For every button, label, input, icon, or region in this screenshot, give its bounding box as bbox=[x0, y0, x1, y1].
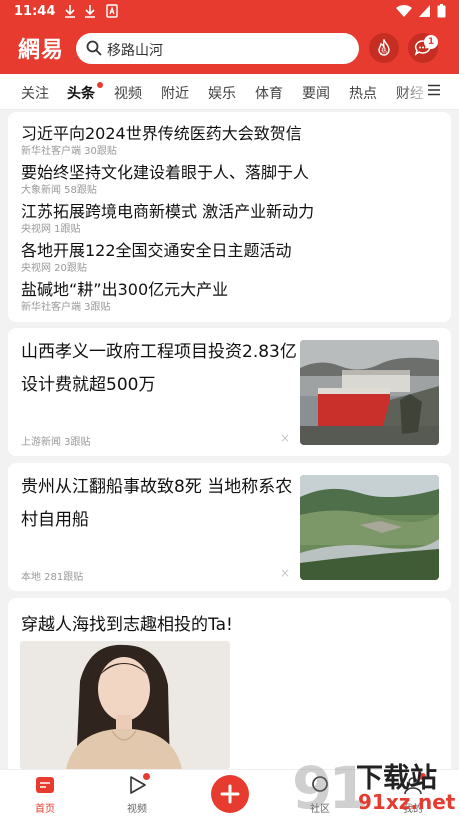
watermark-url: 91xz.net bbox=[358, 790, 456, 814]
headlines-card: 习近平向2024世界传统医药大会致贺信 新华社客户端 30跟贴 要始终坚持文化建… bbox=[8, 112, 451, 322]
dismiss-button[interactable]: × bbox=[280, 431, 290, 445]
tab-follow[interactable]: 关注 bbox=[21, 83, 49, 103]
woman-portrait-photo bbox=[20, 641, 230, 769]
tab-hot[interactable]: 热点 bbox=[349, 83, 377, 103]
promo-title: 穿越人海找到志趣相投的Ta! bbox=[21, 615, 233, 635]
headline-meta: 大象新闻 58跟贴 bbox=[21, 185, 97, 196]
download-icon bbox=[85, 5, 95, 18]
promo-image bbox=[20, 641, 230, 769]
news-thumbnail bbox=[300, 475, 439, 580]
message-count-badge: 1 bbox=[424, 35, 438, 49]
headline-meta: 央视网 1跟贴 bbox=[21, 224, 81, 235]
app-header: 11:44 網易 移路山河 热 1 bbox=[0, 0, 459, 74]
status-bar: 11:44 bbox=[0, 0, 459, 24]
publish-button[interactable] bbox=[211, 775, 249, 813]
headline-meta: 新华社客户端 3跟贴 bbox=[21, 302, 111, 313]
tab-video[interactable]: 视频 bbox=[114, 83, 142, 103]
download-icon bbox=[65, 5, 75, 18]
headline-title[interactable]: 要始终坚持文化建设着眼于人、落脚于人 bbox=[21, 159, 309, 183]
river-village-photo bbox=[300, 475, 439, 580]
promo-card[interactable]: 穿越人海找到志趣相投的Ta! bbox=[8, 598, 451, 769]
nav-home[interactable]: 首页 bbox=[15, 774, 75, 815]
news-meta: 上游新闻 3跟贴 bbox=[21, 437, 91, 448]
app-bar: 網易 移路山河 热 bbox=[0, 30, 459, 68]
headline-title[interactable]: 各地开展122全国交通安全日主题活动 bbox=[21, 237, 292, 261]
plus-icon bbox=[220, 784, 240, 804]
battery-icon bbox=[437, 4, 446, 18]
netease-logo: 網易 bbox=[18, 37, 65, 63]
nav-home-label: 首页 bbox=[35, 804, 55, 815]
search-query: 移路山河 bbox=[107, 43, 163, 59]
hot-label: 热 bbox=[381, 47, 387, 55]
building-photo bbox=[300, 340, 439, 445]
tab-new-dot bbox=[97, 82, 103, 88]
tab-headlines[interactable]: 头条 bbox=[67, 83, 95, 103]
news-thumbnail bbox=[300, 340, 439, 445]
dismiss-button[interactable]: × bbox=[280, 566, 290, 580]
headline-title[interactable]: 习近平向2024世界传统医药大会致贺信 bbox=[21, 120, 302, 144]
signal-icon bbox=[419, 5, 430, 17]
nav-video[interactable]: 视频 bbox=[107, 774, 167, 815]
news-title: 山西孝义一政府工程项目投资2.83亿 设计费就超500万 bbox=[21, 342, 297, 395]
watermark-number: 91 bbox=[292, 754, 369, 817]
nav-video-label: 视频 bbox=[127, 804, 147, 815]
hot-icon: 热 bbox=[378, 39, 390, 56]
news-meta: 本地 281跟贴 bbox=[21, 572, 84, 583]
channel-menu-icon[interactable] bbox=[428, 84, 440, 96]
search-bar[interactable]: 移路山河 bbox=[76, 33, 359, 64]
news-item[interactable]: 山西孝义一政府工程项目投资2.83亿 设计费就超500万 上游新闻 3跟贴 × bbox=[8, 328, 451, 456]
tab-sports[interactable]: 体育 bbox=[255, 83, 283, 103]
search-icon bbox=[86, 40, 102, 56]
site-watermark: 91 下载站 91xz.net bbox=[292, 754, 459, 817]
tab-entertainment[interactable]: 娱乐 bbox=[208, 83, 236, 103]
home-icon bbox=[36, 777, 54, 793]
notification-app-icon bbox=[106, 4, 118, 18]
status-time: 11:44 bbox=[14, 4, 56, 19]
hot-button[interactable]: 热 bbox=[369, 33, 399, 63]
news-item[interactable]: 贵州从江翻船事故致8死 当地称系农村自用船 本地 281跟贴 × bbox=[8, 463, 451, 591]
headline-title[interactable]: 盐碱地“耕”出300亿元大产业 bbox=[21, 276, 228, 300]
news-title: 贵州从江翻船事故致8死 当地称系农村自用船 bbox=[21, 477, 293, 530]
channel-tabs: 关注 头条 视频 附近 娱乐 体育 要闻 热点 财经 bbox=[0, 74, 459, 110]
headline-title[interactable]: 江苏拓展跨境电商新模式 激活产业新动力 bbox=[21, 198, 314, 222]
wifi-icon bbox=[396, 4, 412, 18]
headline-meta: 新华社客户端 30跟贴 bbox=[21, 146, 117, 157]
video-new-dot bbox=[143, 773, 150, 780]
tab-news[interactable]: 要闻 bbox=[302, 83, 330, 103]
headline-meta: 央视网 20跟贴 bbox=[21, 263, 87, 274]
tab-nearby[interactable]: 附近 bbox=[161, 83, 189, 103]
